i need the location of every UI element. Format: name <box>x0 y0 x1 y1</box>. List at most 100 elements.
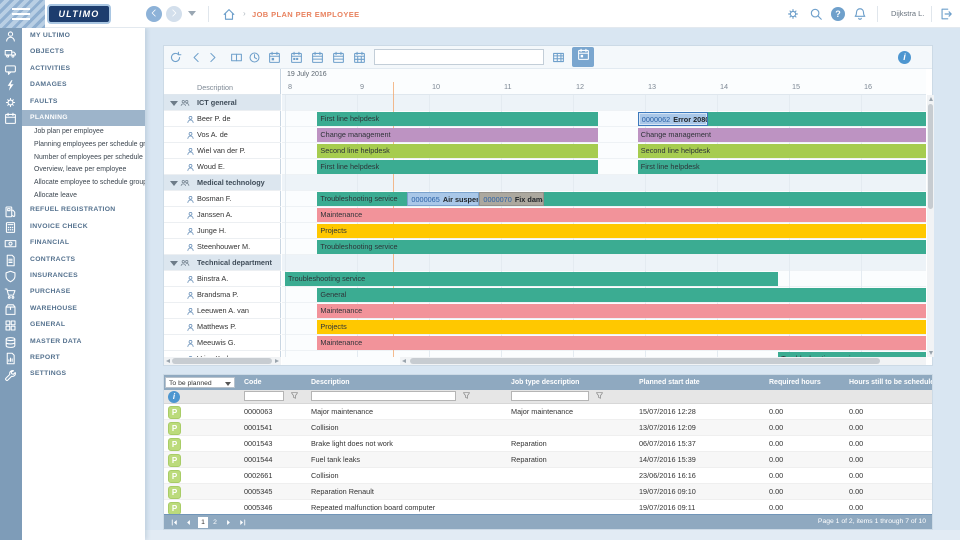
sidebar-item-purchase[interactable]: PURCHASE <box>22 284 145 300</box>
grid-icon[interactable] <box>4 319 17 337</box>
grid-view-icon[interactable] <box>552 51 565 69</box>
sidebar-item-contracts[interactable]: CONTRACTS <box>22 252 145 268</box>
table-row-0001543[interactable]: P0001543Brake light does not workReparat… <box>164 436 932 452</box>
refresh-icon[interactable] <box>169 51 182 69</box>
sidebar-item-faults[interactable]: FAULTS <box>22 94 145 110</box>
gantt-task-bar-0000062[interactable]: 0000062Error 2080 <box>638 112 709 126</box>
calendar-week-icon[interactable] <box>332 51 345 69</box>
notifications-bell-icon[interactable] <box>853 7 867 26</box>
history-dropdown-caret[interactable] <box>188 11 196 16</box>
funnel-filter-icon[interactable] <box>595 390 604 403</box>
sidebar-item-settings[interactable]: SETTINGS <box>22 366 145 382</box>
scrollbar-thumb[interactable] <box>928 104 933 209</box>
description-horizontal-scrollbar[interactable] <box>164 357 281 365</box>
money-icon[interactable] <box>4 237 17 255</box>
gantt-schedule-bar[interactable]: Maintenance <box>317 208 926 222</box>
hamburger-menu-button[interactable] <box>0 0 45 28</box>
gantt-employee-row[interactable]: Vos A. de <box>164 127 281 143</box>
shield-icon[interactable] <box>4 270 17 288</box>
page-number[interactable]: 2 <box>210 517 220 528</box>
next-period-icon[interactable] <box>206 51 219 69</box>
timeline-horizontal-scrollbar[interactable] <box>400 357 926 365</box>
report-icon[interactable] <box>4 352 17 370</box>
gantt-schedule-bar[interactable]: Second line helpdesk <box>638 144 926 158</box>
calendar-month-icon[interactable] <box>353 51 366 69</box>
sidebar-subitem-allocate-leave[interactable]: Allocate leave <box>22 190 145 203</box>
info-icon[interactable]: i <box>898 51 911 64</box>
sidebar-item-invoice-check[interactable]: INVOICE CHECK <box>22 219 145 235</box>
cart-icon[interactable] <box>4 287 17 305</box>
collapse-triangle-icon[interactable] <box>170 261 178 266</box>
sidebar-item-insurances[interactable]: INSURANCES <box>22 268 145 284</box>
calendar-days-icon[interactable] <box>290 51 303 69</box>
sidebar-item-report[interactable]: REPORT <box>22 350 145 366</box>
funnel-filter-icon[interactable] <box>290 390 299 403</box>
sidebar-item-my-ultimo[interactable]: MY ULTIMO <box>22 28 145 44</box>
person-icon[interactable] <box>4 30 17 48</box>
gantt-schedule-bar[interactable]: Troubleshooting service <box>317 240 926 254</box>
column-header-hours-still-to-be-scheduled[interactable]: Hours still to be scheduled <box>846 375 932 390</box>
home-icon[interactable] <box>222 7 236 26</box>
date-filter-input[interactable] <box>374 49 544 65</box>
split-view-icon[interactable] <box>230 51 243 69</box>
time-scale-icon[interactable] <box>248 51 261 69</box>
table-row-0001544[interactable]: P0001544Fuel tank leaksReparation14/07/2… <box>164 452 932 468</box>
column-header-job-type-description[interactable]: Job type description <box>508 375 636 390</box>
gantt-schedule-bar[interactable] <box>544 192 926 206</box>
gantt-schedule-bar[interactable]: First line helpdesk <box>317 160 598 174</box>
current-user[interactable]: Dijkstra L. <box>891 9 924 18</box>
gantt-employee-row[interactable]: Meeuwis G. <box>164 335 281 351</box>
table-row-0001541[interactable]: P0001541Collision13/07/2016 12:090.000.0… <box>164 420 932 436</box>
gantt-group-row[interactable]: ICT general <box>164 95 281 111</box>
timeline-vertical-scrollbar[interactable] <box>927 95 934 357</box>
gantt-schedule-bar[interactable]: General <box>317 288 926 302</box>
sidebar-subitem-allocate-employee-to-schedule-group[interactable]: Allocate employee to schedule group <box>22 177 145 190</box>
gantt-schedule-bar[interactable] <box>708 112 926 126</box>
info-icon[interactable]: i <box>168 391 180 403</box>
previous-period-icon[interactable] <box>190 51 203 69</box>
gantt-schedule-bar[interactable]: Projects <box>317 224 926 238</box>
gantt-schedule-bar[interactable]: Maintenance <box>317 304 926 318</box>
calendar-workweek-icon[interactable] <box>311 51 324 69</box>
scrollbar-thumb[interactable] <box>172 358 272 364</box>
filter-input[interactable] <box>244 391 284 401</box>
calendar-icon[interactable] <box>4 112 17 130</box>
gantt-employee-row[interactable]: Woud E. <box>164 159 281 175</box>
column-header-description[interactable]: Description <box>308 375 508 390</box>
gantt-employee-row[interactable]: Wiel van der P. <box>164 143 281 159</box>
gantt-employee-row[interactable]: Steenhouwer M. <box>164 239 281 255</box>
gantt-task-bar-0000065[interactable]: 0000065Air suspensio <box>407 192 479 206</box>
gantt-employee-row[interactable]: Matthews P. <box>164 319 281 335</box>
gantt-employee-row[interactable]: Beer P. de <box>164 111 281 127</box>
gantt-employee-row[interactable]: Brandsma P. <box>164 287 281 303</box>
calendar-day-icon[interactable] <box>268 51 281 69</box>
gantt-schedule-bar[interactable]: First line helpdesk <box>638 160 926 174</box>
sidebar-item-general[interactable]: GENERAL <box>22 317 145 333</box>
gantt-schedule-bar[interactable]: Projects <box>317 320 926 334</box>
sidebar-item-warehouse[interactable]: WAREHOUSE <box>22 301 145 317</box>
status-filter-dropdown[interactable]: To be planned <box>165 377 235 388</box>
search-icon[interactable] <box>809 7 823 26</box>
column-header-required-hours[interactable]: Required hours <box>766 375 846 390</box>
box-icon[interactable] <box>4 303 17 321</box>
calculator-icon[interactable] <box>4 221 17 239</box>
funnel-filter-icon[interactable] <box>462 390 471 403</box>
sidebar-subitem-job-plan-per-employee[interactable]: Job plan per employee <box>22 126 145 139</box>
gantt-employee-row[interactable]: Janssen A. <box>164 207 281 223</box>
sidebar-item-objects[interactable]: OBJECTS <box>22 44 145 60</box>
table-row-0005345[interactable]: P0005345Reparation Renault19/07/2016 09:… <box>164 484 932 500</box>
sidebar-subitem-overview-leave-per-employee[interactable]: Overview, leave per employee <box>22 164 145 177</box>
gantt-task-bar-0000070[interactable]: 0000070Fix damage <box>479 192 544 206</box>
database-icon[interactable] <box>4 336 17 354</box>
logout-icon[interactable] <box>939 7 953 26</box>
sidebar-item-planning[interactable]: PLANNING <box>22 110 145 126</box>
sidebar-item-damages[interactable]: DAMAGES <box>22 77 145 93</box>
column-header-code[interactable]: Code <box>241 375 308 390</box>
sidebar-item-refuel-registration[interactable]: REFUEL REGISTRATION <box>22 202 145 218</box>
sidebar-item-master-data[interactable]: MASTER DATA <box>22 334 145 350</box>
filter-input[interactable] <box>511 391 589 401</box>
gantt-employee-row[interactable]: Binstra A. <box>164 271 281 287</box>
chat-icon[interactable] <box>4 63 17 81</box>
gantt-employee-row[interactable]: Leeuwen A. van <box>164 303 281 319</box>
gantt-schedule-bar[interactable]: Change management <box>317 128 598 142</box>
